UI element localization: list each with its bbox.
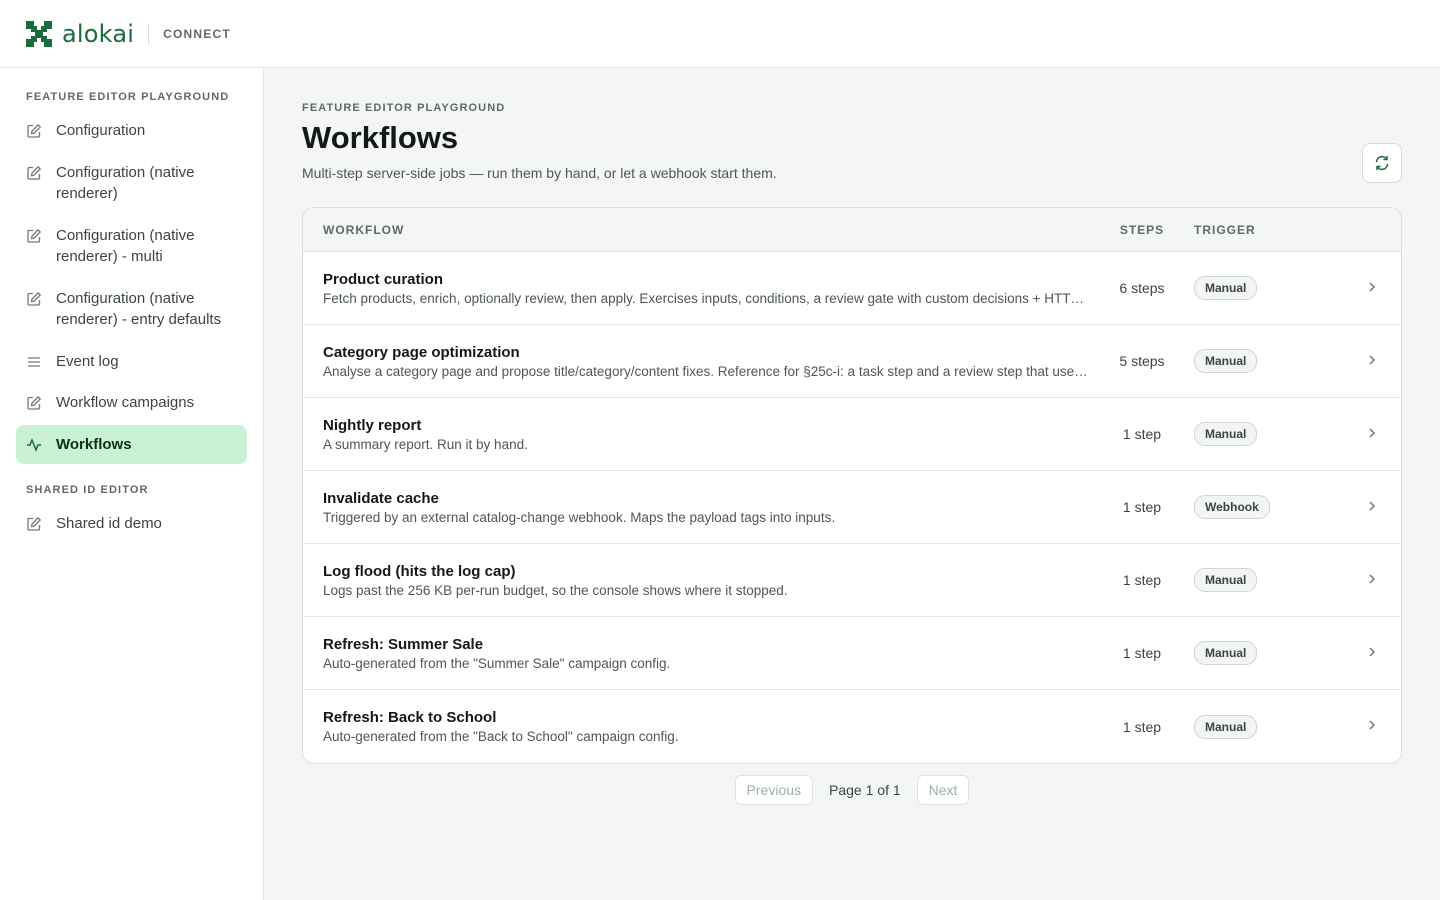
sidebar-item-label: Configuration (native renderer)	[56, 163, 195, 203]
sidebar-item-label: Configuration (native renderer) - multi	[56, 226, 195, 266]
sidebar: FEATURE EDITOR PLAYGROUND Configuration …	[0, 68, 264, 900]
workflow-steps: 6 steps	[1119, 280, 1165, 296]
workflow-description: Auto-generated from the "Summer Sale" ca…	[323, 655, 671, 671]
workflow-description: Auto-generated from the "Back to School"…	[323, 729, 679, 744]
trigger-badge: Manual	[1194, 714, 1258, 739]
sidebar-item-workflows[interactable]: Workflows	[16, 424, 247, 464]
sidebar-item-workflow-campaigns[interactable]: Workflow campaigns	[16, 383, 247, 423]
workflow-description: Logs past the 256 KB per-run budget, so …	[323, 582, 788, 598]
refresh-button[interactable]	[1362, 143, 1402, 183]
column-header-steps: STEPS	[1119, 222, 1165, 237]
workflow-steps: 1 step	[1122, 426, 1162, 442]
chevron-right-icon	[1369, 282, 1376, 292]
sidebar-item-shared-id-demo[interactable]: Shared id demo	[16, 504, 247, 544]
chevron-right-icon	[1369, 720, 1376, 730]
trigger-badge: Manual	[1194, 422, 1258, 446]
workflow-title: Refresh: Back to School	[323, 709, 497, 726]
column-header-workflow: WORKFLOW	[323, 222, 405, 237]
workflows-table: WORKFLOW STEPS TRIGGER Product curation F…	[302, 207, 1402, 764]
workflow-description: A summary report. Run it by hand.	[323, 436, 528, 452]
trigger-badge: Manual	[1194, 276, 1258, 300]
workflow-steps: 1 step	[1122, 572, 1162, 588]
sidebar-section-label: FEATURE EDITOR PLAYGROUND	[26, 91, 230, 103]
breadcrumb: FEATURE EDITOR PLAYGROUND	[302, 102, 506, 114]
next-button[interactable]: Next	[916, 775, 970, 805]
table-row[interactable]: Category page optimization Analyse a cate…	[303, 325, 1401, 398]
alokai-logo-icon	[26, 20, 52, 47]
table-row[interactable]: Product curation Fetch products, enrich, …	[303, 252, 1401, 325]
chevron-right-icon	[1369, 574, 1376, 584]
sidebar-section-label: SHARED ID EDITOR	[26, 484, 149, 496]
edit-icon	[27, 395, 42, 410]
edit-icon	[27, 291, 42, 306]
sidebar-item-label: Event log	[56, 352, 119, 370]
workflow-steps: 1 step	[1122, 718, 1162, 735]
page-title: Workflows	[302, 120, 459, 155]
previous-button[interactable]: Previous	[734, 775, 814, 805]
pagination: Previous Page 1 of 1 Next	[264, 775, 1440, 805]
sidebar-item-label: Configuration (native renderer) - entry …	[56, 289, 222, 329]
page-indicator: Page 1 of 1	[829, 782, 901, 798]
brand-name[interactable]: alokai	[62, 20, 134, 48]
workflow-title: Category page optimization	[323, 343, 520, 361]
edit-icon	[27, 165, 42, 180]
chevron-right-icon	[1369, 355, 1376, 365]
edit-icon	[27, 228, 42, 243]
list-icon	[28, 356, 40, 367]
table-row[interactable]: Log flood (hits the log cap) Logs past th…	[303, 544, 1401, 617]
workflow-description: Triggered by an external catalog-change …	[323, 509, 836, 525]
page-subtitle: Multi-step server-side jobs — run them b…	[302, 165, 777, 181]
main-content: FEATURE EDITOR PLAYGROUND Workflows Mult…	[264, 68, 1440, 900]
workflow-description: Fetch products, enrich, optionally revie…	[323, 290, 1088, 306]
workflow-title: Refresh: Summer Sale	[323, 635, 484, 653]
workflow-steps: 1 step	[1122, 645, 1162, 661]
sidebar-item-label: Shared id demo	[56, 515, 162, 532]
workflow-title: Log flood (hits the log cap)	[323, 562, 516, 580]
trigger-badge: Manual	[1194, 641, 1258, 665]
table-row[interactable]: Refresh: Summer Sale Auto-generated from …	[303, 617, 1401, 690]
product-name: CONNECT	[163, 26, 231, 41]
chevron-right-icon	[1369, 501, 1376, 511]
workflow-title: Invalidate cache	[323, 489, 439, 507]
activity-icon	[27, 437, 41, 452]
sidebar-item-configuration-native-renderer[interactable]: Configuration (native renderer)	[16, 153, 247, 214]
sidebar-item-label: Workflows	[56, 435, 132, 453]
table-header: WORKFLOW STEPS TRIGGER	[303, 208, 1401, 252]
chevron-right-icon	[1369, 428, 1376, 438]
sidebar-item-event-log[interactable]: Event log	[16, 342, 247, 382]
refresh-icon	[1375, 155, 1389, 171]
sidebar-item-configuration-native-renderer-multi[interactable]: Configuration (native renderer) - multi	[16, 216, 247, 277]
workflow-steps: 5 steps	[1119, 353, 1165, 369]
edit-icon	[27, 123, 42, 138]
column-header-trigger: TRIGGER	[1194, 222, 1256, 237]
trigger-badge: Webhook	[1194, 495, 1270, 519]
workflow-title: Product curation	[323, 270, 444, 288]
workflow-title: Nightly report	[323, 416, 422, 434]
trigger-badge: Manual	[1194, 349, 1258, 373]
workflow-steps: 1 step	[1122, 499, 1162, 515]
sidebar-item-label: Workflow campaigns	[56, 394, 195, 411]
brand-divider	[148, 22, 150, 45]
chevron-right-icon	[1369, 647, 1376, 657]
sidebar-item-configuration[interactable]: Configuration	[16, 111, 247, 151]
workflow-description: Analyse a category page and propose titl…	[323, 363, 1088, 379]
sidebar-item-configuration-entry-defaults[interactable]: Configuration (native renderer) - entry …	[16, 279, 247, 340]
trigger-badge: Manual	[1194, 568, 1258, 592]
table-row[interactable]: Invalidate cache Triggered by an external…	[303, 471, 1401, 544]
table-row[interactable]: Refresh: Back to School Auto-generated fr…	[303, 690, 1401, 763]
edit-icon	[27, 516, 42, 531]
top-bar: alokai CONNECT	[0, 0, 1440, 68]
table-row[interactable]: Nightly report A summary report. Run it b…	[303, 398, 1401, 471]
sidebar-item-label: Configuration	[56, 122, 146, 139]
